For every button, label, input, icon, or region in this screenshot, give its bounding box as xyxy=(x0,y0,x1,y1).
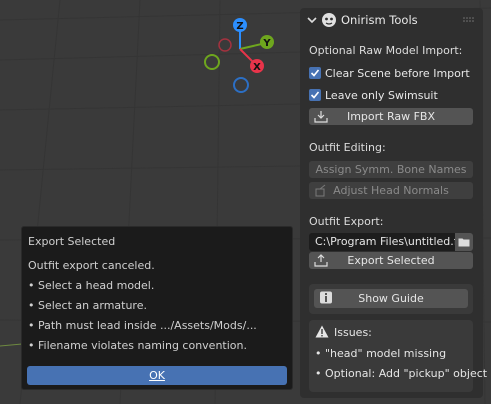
y-axis-label: Y xyxy=(262,38,271,49)
x-axis-label: X xyxy=(253,62,261,73)
issues-title: Issues: xyxy=(334,326,372,339)
panel-header[interactable]: Onirism Tools xyxy=(300,8,483,32)
import-icon xyxy=(314,111,328,123)
dialog-message: • Select an armature. xyxy=(28,299,147,312)
import-button-label: Import Raw FBX xyxy=(346,110,436,123)
export-button-label: Export Selected xyxy=(347,254,435,267)
adjust-normals-label: Adjust Head Normals xyxy=(333,184,449,197)
raw-import-label: Optional Raw Model Import: xyxy=(309,44,463,57)
browse-folder-button[interactable] xyxy=(455,233,473,251)
issue-item: • Optional: Add "pickup" object xyxy=(315,367,488,380)
neg-z-axis-handle[interactable] xyxy=(233,77,249,93)
neg-y-axis-handle[interactable] xyxy=(204,54,220,70)
assign-bones-label: Assign Symm. Bone Names xyxy=(315,163,467,176)
ok-button[interactable]: OK xyxy=(27,366,287,385)
dialog-message: Outfit export canceled. xyxy=(28,259,155,272)
info-icon xyxy=(320,291,332,304)
onirism-tools-panel: Onirism Tools Optional Raw Model Import:… xyxy=(300,8,487,398)
assign-symm-bone-names-button[interactable]: Assign Symm. Bone Names xyxy=(309,161,473,178)
adjust-head-normals-button[interactable]: Adjust Head Normals xyxy=(309,182,473,199)
guide-box: Show Guide xyxy=(309,284,473,314)
chevron-down-icon[interactable] xyxy=(307,15,317,25)
leave-swimsuit-checkbox[interactable]: Leave only Swimsuit xyxy=(309,87,438,103)
import-raw-fbx-button[interactable]: Import Raw FBX xyxy=(309,108,473,125)
neg-x-axis-handle[interactable] xyxy=(218,38,232,52)
leave-swimsuit-label: Leave only Swimsuit xyxy=(325,88,438,102)
drag-grip-icon[interactable] xyxy=(463,17,475,23)
export-selected-button[interactable]: Export Selected xyxy=(309,252,473,269)
checkbox-checked-icon[interactable] xyxy=(309,89,321,101)
clear-scene-checkbox[interactable]: Clear Scene before Import xyxy=(309,65,470,81)
export-icon xyxy=(314,254,328,267)
dialog-message: • Path must lead inside .../Assets/Mods/… xyxy=(28,319,257,332)
issue-item: • "head" model missing xyxy=(315,347,447,360)
checkbox-checked-icon[interactable] xyxy=(309,67,321,79)
clear-scene-label: Clear Scene before Import xyxy=(325,66,470,80)
mask-face-icon xyxy=(322,13,336,27)
panel-title: Onirism Tools xyxy=(341,13,418,27)
normals-icon xyxy=(315,184,326,197)
outfit-editing-label: Outfit Editing: xyxy=(309,141,386,154)
warning-icon xyxy=(315,325,329,338)
guide-button-label: Show Guide xyxy=(358,292,424,305)
folder-icon xyxy=(458,238,470,247)
dialog-title: Export Selected xyxy=(28,235,116,248)
dialog-message: • Select a head model. xyxy=(28,279,155,292)
export-path-input[interactable]: C:\Program Files\untitled.f... xyxy=(309,233,455,251)
outfit-export-label: Outfit Export: xyxy=(309,215,384,228)
z-axis-label: Z xyxy=(236,21,243,32)
export-selected-dialog: Export Selected Outfit export canceled. … xyxy=(21,226,293,390)
navigation-gizmo[interactable]: Z Y X xyxy=(200,15,280,95)
show-guide-button[interactable]: Show Guide xyxy=(314,289,468,308)
dialog-message: • Filename violates naming convention. xyxy=(28,339,247,352)
issues-box: Issues: • "head" model missing • Optiona… xyxy=(309,320,487,392)
